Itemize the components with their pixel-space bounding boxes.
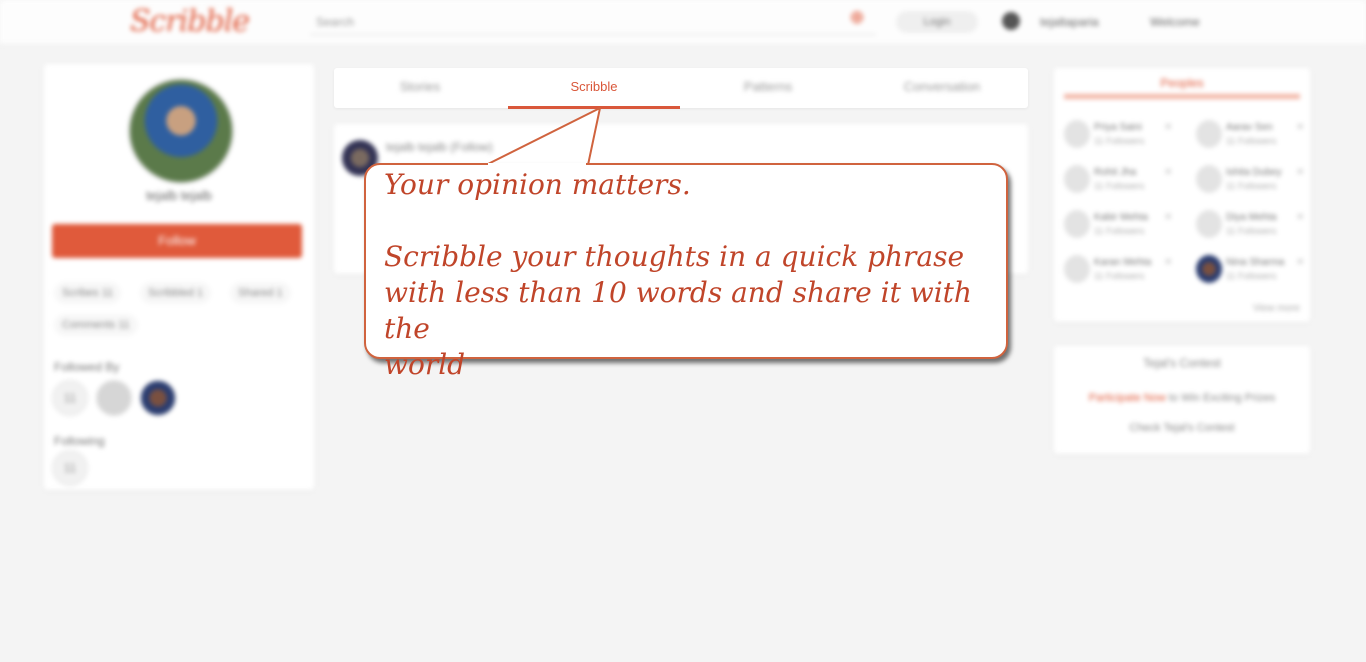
tooltip-line: Scribble your thoughts in a quick phrase <box>384 240 965 273</box>
tooltip-line: Your opinion matters. <box>384 168 691 201</box>
tooltip-line: world <box>384 348 466 381</box>
onboarding-tooltip: Your opinion matters. Scribble your thou… <box>364 163 1008 381</box>
tooltip-line: with less than 10 words and share it wit… <box>384 276 972 345</box>
